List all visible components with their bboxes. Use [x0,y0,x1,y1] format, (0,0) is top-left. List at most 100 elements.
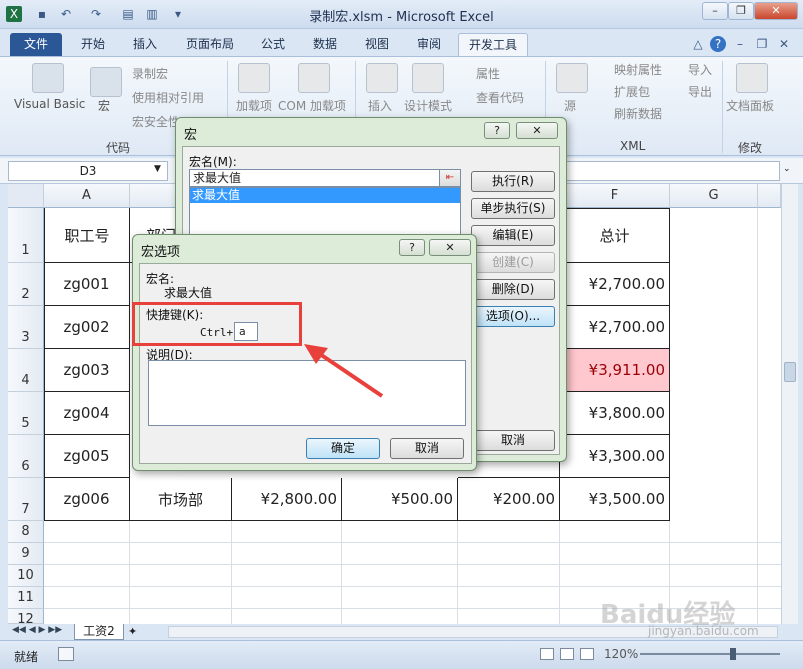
import-button[interactable]: 导入 [688,61,712,78]
collapse-dialog-icon[interactable]: ⇤ [439,169,461,187]
delete-button[interactable]: 删除(D) [471,279,555,300]
select-all-corner[interactable] [8,184,44,208]
zoom-slider[interactable] [640,653,780,655]
wb-restore-icon[interactable]: ❐ [754,36,770,52]
page-break-view-icon[interactable] [580,648,594,660]
use-relative-button[interactable]: 使用相对引用 [132,89,204,106]
cell-f2[interactable]: ¥2,700.00 [560,263,670,306]
cell-a7[interactable]: zg006 [44,478,130,521]
cell-a5[interactable]: zg004 [44,392,130,435]
tab-formulas[interactable]: 公式 [250,33,296,56]
ok-button[interactable]: 确定 [306,438,380,459]
row-header[interactable]: 1 [8,208,44,263]
view-code-button[interactable]: 查看代码 [476,89,524,106]
step-into-button[interactable]: 单步执行(S) [471,198,555,219]
close-button[interactable]: ✕ [754,2,798,20]
macro-name-input[interactable]: 求最大值 [189,169,445,187]
cell-f3[interactable]: ¥2,700.00 [560,306,670,349]
create-button[interactable]: 创建(C) [471,252,555,273]
formula-input[interactable] [560,161,780,181]
cell-d7[interactable]: ¥500.00 [342,478,458,521]
tab-review[interactable]: 审阅 [406,33,452,56]
expansion-packs-button[interactable]: 扩展包 [614,83,650,100]
help-icon[interactable]: ? [710,36,726,52]
tab-page-layout[interactable]: 页面布局 [178,33,242,56]
minimize-button[interactable]: – [702,2,728,20]
row-header[interactable]: 12 [8,609,44,624]
row-header[interactable]: 4 [8,349,44,392]
column-header[interactable]: F [560,184,670,208]
close-icon[interactable]: ✕ [516,122,558,139]
close-icon[interactable]: ✕ [429,239,471,256]
column-header[interactable] [758,184,781,208]
cell-a3[interactable]: zg002 [44,306,130,349]
ribbon-collapse-icon[interactable]: △ [690,36,706,52]
formula-expand-icon[interactable]: ⌄ [783,164,791,174]
normal-view-icon[interactable] [540,648,554,660]
help-icon[interactable]: ? [399,239,425,256]
run-button[interactable]: 执行(R) [471,171,555,192]
row-header[interactable]: 9 [8,543,44,565]
macro-record-icon[interactable] [58,647,74,661]
cell-c7[interactable]: ¥2,800.00 [232,478,342,521]
cell-e7[interactable]: ¥200.00 [458,478,560,521]
vertical-scrollbar[interactable] [781,184,798,624]
tab-home[interactable]: 开始 [70,33,116,56]
macro-list-item[interactable]: 求最大值 [190,188,460,203]
refresh-data-button[interactable]: 刷新数据 [614,105,662,122]
com-addins-button[interactable]: COM 加载项 [278,97,346,114]
row-header[interactable]: 6 [8,435,44,478]
cell-f1[interactable]: 总计 [560,208,670,263]
tab-developer[interactable]: 开发工具 [458,33,528,56]
document-panel-button[interactable]: 文档面板 [726,97,774,114]
design-mode-button[interactable]: 设计模式 [404,97,452,114]
wb-minimize-icon[interactable]: – [732,36,748,52]
row-header[interactable]: 5 [8,392,44,435]
cell-f7[interactable]: ¥3,500.00 [560,478,670,521]
properties-button[interactable]: 属性 [476,65,500,82]
cell-f4[interactable]: ¥3,911.00 [560,349,670,392]
options-button[interactable]: 选项(O)... [471,306,555,327]
sheet-nav-icon[interactable]: ◀◀ ◀ ▶ ▶▶ [12,625,62,635]
options-cancel-button[interactable]: 取消 [390,438,464,459]
insert-control-button[interactable]: 插入 [368,97,392,114]
tab-data[interactable]: 数据 [302,33,348,56]
macro-cancel-button[interactable]: 取消 [471,430,555,451]
row-header[interactable]: 10 [8,565,44,587]
export-button[interactable]: 导出 [688,83,712,100]
sheet-tab[interactable]: 工资2 [74,624,124,640]
wb-close-icon[interactable]: ✕ [776,36,792,52]
page-layout-view-icon[interactable] [560,648,574,660]
macros-button[interactable]: 宏 [98,97,110,114]
zoom-level[interactable]: 120% [604,647,638,661]
row-header[interactable]: 2 [8,263,44,306]
zoom-slider-thumb[interactable] [730,648,736,660]
name-box-dropdown-icon[interactable]: ▼ [154,164,161,174]
edit-button[interactable]: 编辑(E) [471,225,555,246]
column-header[interactable]: A [44,184,130,208]
visual-basic-button[interactable]: Visual Basic [14,97,85,111]
row-header[interactable]: 11 [8,587,44,609]
help-icon[interactable]: ? [484,122,510,139]
cell-a6[interactable]: zg005 [44,435,130,478]
cell-b7[interactable]: 市场部 [130,478,232,521]
cell-f6[interactable]: ¥3,300.00 [560,435,670,478]
tab-view[interactable]: 视图 [354,33,400,56]
tab-file[interactable]: 文件 [10,33,62,56]
name-box[interactable]: D3 [8,161,168,181]
tab-insert[interactable]: 插入 [122,33,168,56]
row-header[interactable]: 7 [8,478,44,521]
scrollbar-thumb[interactable] [784,362,796,382]
macro-security-button[interactable]: 宏安全性 [132,113,180,130]
addins-button[interactable]: 加载项 [236,97,272,114]
row-header[interactable]: 3 [8,306,44,349]
restore-button[interactable]: ❐ [728,2,754,20]
row-header[interactable]: 8 [8,521,44,543]
cell-a1[interactable]: 职工号 [44,208,130,263]
cell-a2[interactable]: zg001 [44,263,130,306]
insert-sheet-icon[interactable]: ✦ [128,625,137,638]
cell-f5[interactable]: ¥3,800.00 [560,392,670,435]
column-header[interactable]: G [670,184,758,208]
map-properties-button[interactable]: 映射属性 [614,61,662,78]
cell-a4[interactable]: zg003 [44,349,130,392]
